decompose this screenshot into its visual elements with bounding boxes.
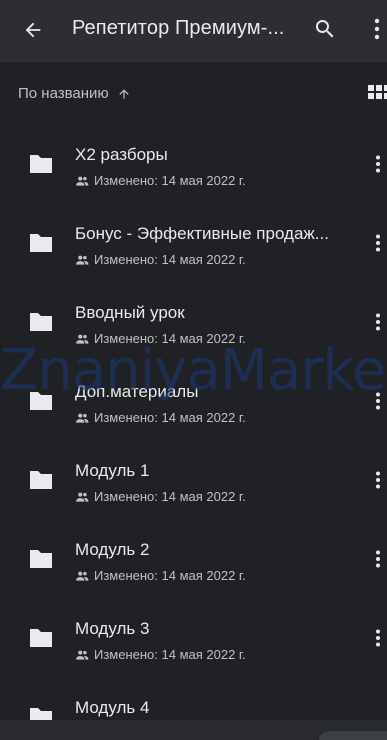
back-button[interactable] [18,15,48,45]
item-modified: Изменено: 14 мая 2022 г. [75,489,246,504]
shared-people-icon [76,255,89,265]
modified-date: Изменено: 14 мая 2022 г. [94,173,246,188]
shared-people-icon [76,571,89,581]
folder-icon [30,392,52,410]
shared-people-icon [76,176,89,186]
arrow-back-icon [25,22,41,38]
sort-by-name-button[interactable]: По названию [18,85,131,102]
folder-icon [30,550,52,568]
more-vert-icon [375,234,380,252]
folder-icon [30,471,52,489]
more-vert-icon [375,392,380,410]
folder-title: Репетитор Премиум-... [72,17,285,39]
item-name: X2 разборы [75,145,168,164]
more-vert-icon [375,550,380,568]
item-more-button[interactable] [368,625,387,651]
shared-people-icon [76,334,89,344]
grid-view-button[interactable] [366,83,387,103]
folder-icon [30,234,52,252]
item-modified: Изменено: 14 мая 2022 г. [75,173,246,188]
item-more-button[interactable] [368,546,387,572]
modified-date: Изменено: 14 мая 2022 г. [94,331,246,346]
item-name: Модуль 2 [75,540,150,559]
folder-icon [30,629,52,647]
shared-people-icon [76,650,89,660]
item-modified: Изменено: 14 мая 2022 г. [75,252,246,267]
item-modified: Изменено: 14 мая 2022 г. [75,331,246,346]
list-item[interactable]: Модуль 2 Изменено: 14 мая 2022 г. [0,521,387,600]
modified-date: Изменено: 14 мая 2022 г. [94,489,246,504]
more-vert-icon [375,313,380,331]
folder-icon [30,155,52,173]
modified-date: Изменено: 14 мая 2022 г. [94,647,246,662]
item-modified: Изменено: 14 мая 2022 г. [75,410,246,425]
modified-date: Изменено: 14 мая 2022 г. [94,410,246,425]
more-vert-icon [374,18,380,40]
sort-label: По названию [18,85,109,102]
item-name: Доп.материалы [75,382,199,401]
item-name: Бонус - Эффективные продаж... [75,224,329,243]
list-item[interactable]: X2 разборы Изменено: 14 мая 2022 г. [0,126,387,205]
more-vert-icon [375,629,380,647]
item-name: Вводный урок [75,303,185,322]
list-item[interactable]: Вводный урок Изменено: 14 мая 2022 г. [0,284,387,363]
sort-bar: По названию [0,62,387,126]
list-item[interactable]: Бонус - Эффективные продаж... Изменено: … [0,205,387,284]
item-name: Модуль 3 [75,619,150,638]
top-app-bar: Репетитор Премиум-... [0,0,387,62]
search-icon [316,20,334,38]
item-name: Модуль 4 [75,698,150,717]
arrow-up-icon [117,87,131,101]
item-name: Модуль 1 [75,461,150,480]
item-modified: Изменено: 14 мая 2022 г. [75,647,246,662]
list-item[interactable]: Модуль 1 Изменено: 14 мая 2022 г. [0,442,387,521]
item-more-button[interactable] [368,388,387,414]
search-button[interactable] [310,14,340,44]
more-vert-icon [375,155,380,173]
more-options-button[interactable] [367,14,387,44]
item-more-button[interactable] [368,467,387,493]
modified-date: Изменено: 14 мая 2022 г. [94,568,246,583]
shared-people-icon [76,413,89,423]
list-item[interactable]: Доп.материалы Изменено: 14 мая 2022 г. [0,363,387,442]
grid-view-icon [368,85,387,99]
more-vert-icon [375,471,380,489]
modified-date: Изменено: 14 мая 2022 г. [94,252,246,267]
new-button[interactable] [318,731,387,740]
list-item[interactable]: Модуль 3 Изменено: 14 мая 2022 г. [0,600,387,679]
item-more-button[interactable] [368,230,387,256]
shared-people-icon [76,492,89,502]
folder-icon [30,313,52,331]
item-more-button[interactable] [368,151,387,177]
item-more-button[interactable] [368,309,387,335]
item-modified: Изменено: 14 мая 2022 г. [75,568,246,583]
